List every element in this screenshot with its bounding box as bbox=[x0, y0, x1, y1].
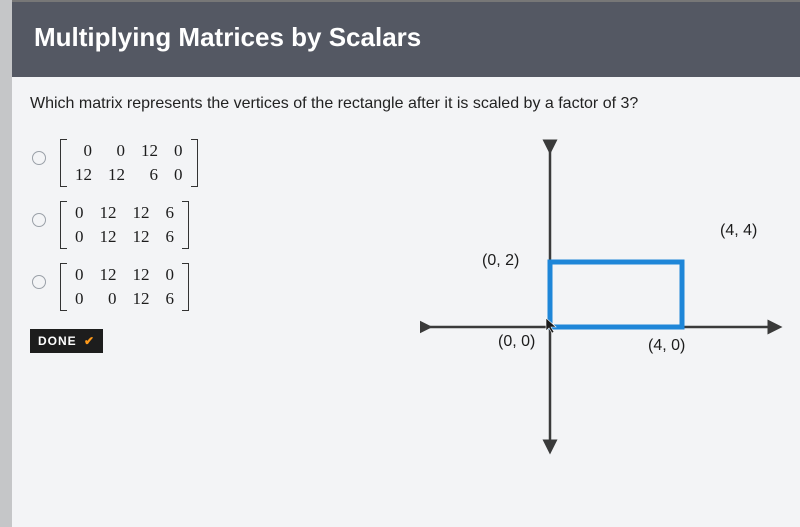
cell: 0 bbox=[158, 263, 183, 287]
cell: 0 bbox=[67, 139, 100, 163]
cell: 12 bbox=[133, 139, 166, 163]
bracket-right-icon bbox=[182, 201, 189, 249]
vertex-label-tl: (0, 2) bbox=[482, 252, 519, 270]
matrix-b-table: 0 12 12 6 0 12 12 6 bbox=[67, 201, 182, 249]
radio-b[interactable] bbox=[32, 213, 46, 227]
bracket-right-icon bbox=[182, 263, 189, 311]
content-panel: Which matrix represents the vertices of … bbox=[12, 77, 800, 527]
cursor-icon bbox=[545, 317, 559, 335]
bracket-left-icon bbox=[60, 139, 67, 187]
question-text: Which matrix represents the vertices of … bbox=[12, 95, 800, 131]
header-title: Multiplying Matrices by Scalars bbox=[34, 22, 421, 52]
radio-a[interactable] bbox=[32, 151, 46, 165]
matrix-c: 0 12 12 0 0 0 12 6 bbox=[60, 263, 189, 311]
cell: 12 bbox=[125, 225, 158, 249]
graph-svg bbox=[420, 137, 790, 457]
vertex-label-bl: (0, 0) bbox=[498, 333, 535, 351]
cell: 6 bbox=[158, 225, 183, 249]
done-button[interactable]: DONE ✔ bbox=[30, 329, 103, 353]
matrix-b: 0 12 12 6 0 12 12 6 bbox=[60, 201, 189, 249]
check-icon: ✔ bbox=[84, 334, 95, 348]
cell: 0 bbox=[67, 201, 92, 225]
vertex-label-br: (4, 0) bbox=[648, 337, 685, 355]
cell: 6 bbox=[158, 287, 183, 311]
cell: 6 bbox=[133, 163, 166, 187]
cell: 0 bbox=[166, 163, 191, 187]
cell: 12 bbox=[67, 163, 100, 187]
cell: 12 bbox=[125, 201, 158, 225]
cell: 0 bbox=[92, 287, 125, 311]
bracket-right-icon bbox=[191, 139, 198, 187]
bracket-left-icon bbox=[60, 201, 67, 249]
cell: 0 bbox=[166, 139, 191, 163]
rectangle-shape bbox=[550, 262, 682, 327]
lesson-header: Multiplying Matrices by Scalars bbox=[12, 0, 800, 77]
vertex-label-tr: (4, 4) bbox=[720, 222, 757, 240]
cell: 12 bbox=[125, 287, 158, 311]
cell: 0 bbox=[100, 139, 133, 163]
app-frame: Multiplying Matrices by Scalars Which ma… bbox=[12, 0, 800, 524]
coordinate-graph: (0, 2) (4, 4) (0, 0) (4, 0) bbox=[420, 137, 790, 457]
cell: 12 bbox=[92, 225, 125, 249]
matrix-a-table: 0 0 12 0 12 12 6 0 bbox=[67, 139, 191, 187]
matrix-a: 0 0 12 0 12 12 6 0 bbox=[60, 139, 198, 187]
done-label: DONE bbox=[38, 334, 77, 348]
cell: 12 bbox=[92, 201, 125, 225]
bracket-left-icon bbox=[60, 263, 67, 311]
cell: 0 bbox=[67, 263, 92, 287]
matrix-c-table: 0 12 12 0 0 0 12 6 bbox=[67, 263, 182, 311]
cell: 0 bbox=[67, 287, 92, 311]
cell: 6 bbox=[158, 201, 183, 225]
cell: 12 bbox=[92, 263, 125, 287]
cell: 12 bbox=[125, 263, 158, 287]
cell: 12 bbox=[100, 163, 133, 187]
cell: 0 bbox=[67, 225, 92, 249]
radio-c[interactable] bbox=[32, 275, 46, 289]
